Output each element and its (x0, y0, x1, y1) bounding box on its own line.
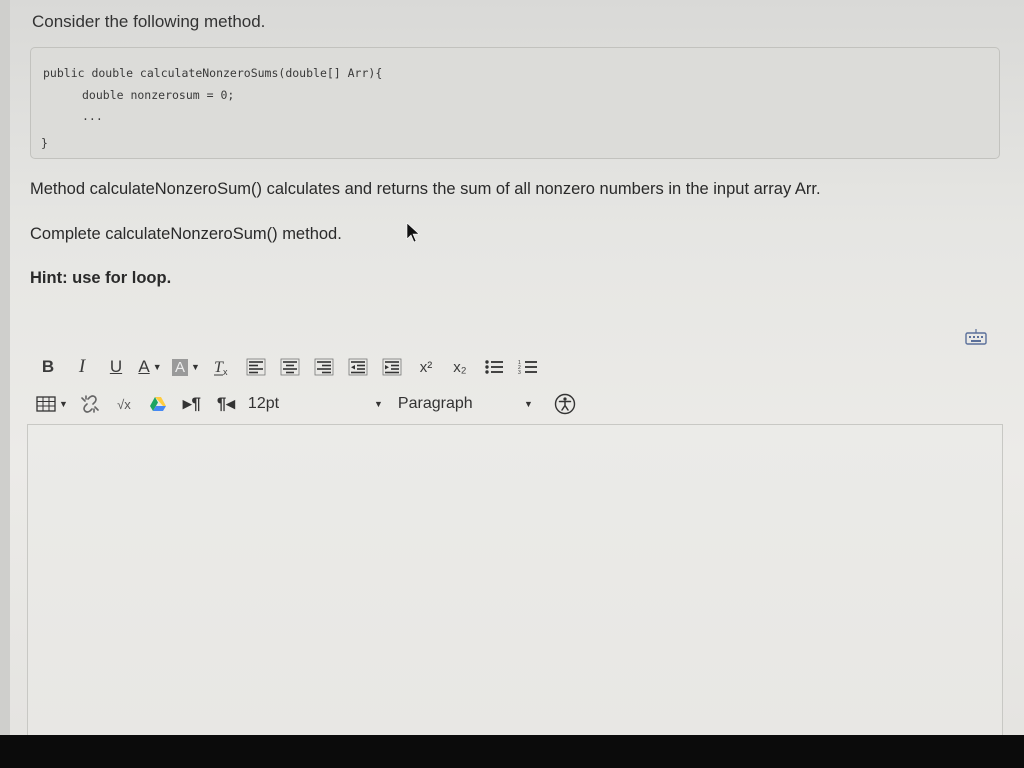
chevron-down-icon: ▼ (524, 399, 533, 409)
code-line: double nonzerosum = 0; (82, 88, 235, 102)
italic-icon: I (78, 356, 86, 377)
chevron-down-icon: ▼ (191, 362, 200, 372)
chevron-down-icon: ▼ (152, 362, 162, 372)
bullet-list-button[interactable] (482, 354, 506, 380)
ltr-button[interactable]: ▸¶ (180, 391, 204, 417)
outdent-icon (348, 358, 368, 376)
bold-button[interactable]: B (36, 354, 60, 380)
underline-button[interactable]: U (104, 354, 128, 380)
code-line: } (41, 136, 48, 150)
chevron-down-icon: ▼ (59, 399, 68, 409)
subscript-button[interactable]: x₂ (448, 354, 472, 380)
bullet-list-icon (485, 360, 503, 374)
code-block: public double calculateNonzeroSums(doubl… (30, 47, 1000, 159)
italic-button[interactable]: I (70, 354, 94, 380)
align-right-icon (314, 358, 334, 376)
indent-icon (382, 358, 402, 376)
subscript-icon: x₂ (453, 358, 467, 376)
table-button[interactable]: ▼ (36, 391, 68, 417)
underline-icon: U (109, 357, 123, 376)
font-size-value: 12pt (247, 395, 280, 412)
font-color-button[interactable]: A ▼ (138, 354, 162, 380)
table-icon (36, 396, 56, 412)
screen-bezel (0, 735, 1024, 768)
keyboard-icon[interactable] (965, 328, 987, 346)
page: Consider the following method. public do… (0, 0, 1024, 737)
align-left-button[interactable] (244, 354, 268, 380)
unlink-button[interactable] (78, 391, 102, 417)
superscript-button[interactable]: x² (414, 354, 438, 380)
superscript-icon: x² (419, 358, 433, 376)
left-edge (0, 0, 10, 735)
numbered-list-icon: 123 (518, 360, 537, 376)
font-size-select[interactable]: 12pt ▼ (248, 391, 383, 417)
accessibility-button[interactable] (553, 391, 577, 417)
block-format-value: Paragraph (397, 395, 473, 412)
numbered-list-button[interactable]: 123 (516, 354, 540, 380)
code-line: ... (82, 109, 103, 123)
question-description: Method calculateNonzeroSum() calculates … (30, 180, 821, 198)
svg-text:3: 3 (518, 370, 521, 376)
bold-icon: B (41, 357, 55, 376)
block-format-select[interactable]: Paragraph ▼ (398, 391, 533, 417)
highlight-color-button[interactable]: A ▼ (172, 354, 200, 380)
rtl-icon: ¶◂ (216, 394, 235, 413)
align-left-icon (246, 358, 266, 376)
question-instruction: Complete calculateNonzeroSum() method. (30, 225, 342, 243)
answer-editor-area[interactable] (27, 424, 1003, 737)
clear-formatting-icon: T x (213, 359, 228, 377)
unlink-icon (81, 395, 99, 413)
rtl-button[interactable]: ¶◂ (214, 391, 238, 417)
font-color-icon: A (138, 357, 150, 376)
accessibility-icon (554, 393, 576, 415)
align-center-icon (280, 358, 300, 376)
clear-formatting-button[interactable]: T x (210, 354, 234, 380)
align-center-button[interactable] (278, 354, 302, 380)
indent-button[interactable] (380, 354, 404, 380)
highlight-color-icon: A (172, 358, 189, 376)
editor-toolbar-row-1: B I U A ▼ A ▼ T x x² x₂ 1 2 3 (36, 353, 550, 381)
question-hint: Hint: use for loop. (30, 269, 172, 287)
question-title: Consider the following method. (32, 12, 266, 31)
google-drive-button[interactable] (146, 391, 170, 417)
editor-toolbar-row-2: ▼ √x ▸¶ ¶◂ 12pt ▼ Paragraph ▼ (36, 390, 587, 418)
svg-text:x: x (223, 367, 228, 377)
google-drive-icon (149, 397, 166, 411)
chevron-down-icon: ▼ (374, 399, 383, 409)
align-right-button[interactable] (312, 354, 336, 380)
mouse-pointer-icon (406, 222, 420, 243)
math-button[interactable]: √x (112, 391, 136, 417)
code-line: public double calculateNonzeroSums(doubl… (43, 66, 383, 80)
math-icon: √x (117, 396, 131, 412)
ltr-icon: ▸¶ (182, 394, 201, 413)
outdent-button[interactable] (346, 354, 370, 380)
